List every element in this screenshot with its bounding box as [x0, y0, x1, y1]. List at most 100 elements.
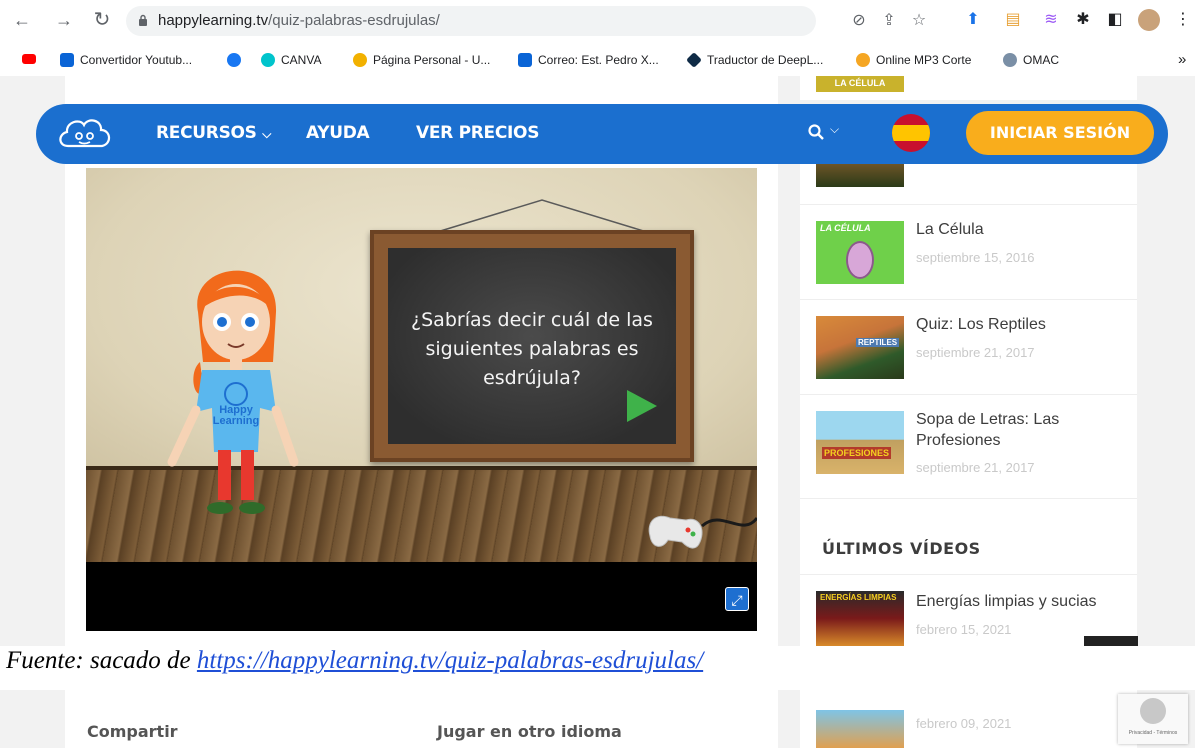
recaptcha-links[interactable]: Privacidad - Términos	[1120, 730, 1186, 736]
chevron-down-icon: ⌵	[830, 122, 840, 136]
address-bar[interactable]: happylearning.tv/quiz-palabras-esdrujula…	[126, 6, 926, 36]
video-thumbnail: REPTILES	[816, 316, 904, 379]
bookmark-label: Correo: Est. Pedro X...	[538, 53, 659, 67]
nav-recursos[interactable]: RECURSOS ⌵	[156, 123, 271, 143]
bookmark-item[interactable]: Online MP3 Corte	[856, 50, 971, 70]
share-icon[interactable]: ⇪	[878, 10, 900, 32]
university-icon	[353, 53, 367, 67]
bookmark-item[interactable]: Convertidor Youtub...	[60, 50, 192, 70]
nav-ayuda[interactable]: AYUDA	[306, 123, 370, 143]
source-link[interactable]: https://happylearning.tv/quiz-palabras-e…	[197, 647, 703, 674]
omac-icon	[1003, 53, 1017, 67]
bookmark-item[interactable]: Correo: Est. Pedro X...	[518, 50, 659, 70]
search-icon	[808, 124, 824, 140]
bookmark-label: Traductor de DeepL...	[707, 53, 824, 67]
nav-ver-precios[interactable]: VER PRECIOS	[416, 123, 539, 143]
mp3-cutter-icon	[856, 53, 870, 67]
expand-icon: ⤢	[731, 592, 743, 608]
thumbnail-text: ENERGÍAS LIMPIAS	[820, 593, 897, 602]
video-title[interactable]: Quiz: Los Reptiles	[916, 314, 1116, 335]
bookmarks-bar: Convertidor Youtub... CANVA Página Perso…	[0, 44, 1195, 76]
bookmark-item[interactable]	[227, 50, 247, 70]
game-player[interactable]: ¿Sabrías decir cuál de las siguientes pa…	[86, 168, 757, 631]
spain-flag-icon[interactable]	[892, 114, 930, 152]
eye-off-icon[interactable]: ⊘	[848, 10, 870, 32]
bookmark-item[interactable]: CANVA	[261, 50, 321, 70]
play-icon[interactable]	[627, 390, 657, 422]
avatar[interactable]	[1138, 9, 1160, 31]
back-to-top-button[interactable]	[1084, 636, 1138, 646]
search-button[interactable]: ⌵	[808, 122, 848, 144]
site-navbar: RECURSOS ⌵ AYUDA VER PRECIOS ⌵ INICIAR S…	[36, 104, 1168, 164]
nav-label: RECURSOS	[156, 123, 257, 143]
fullscreen-button[interactable]: ⤢	[725, 587, 749, 611]
chalkboard: ¿Sabrías decir cuál de las siguientes pa…	[370, 230, 694, 462]
figure-caption: Fuente: sacado de https://happylearning.…	[6, 647, 703, 675]
url-text: happylearning.tv/quiz-palabras-esdrujula…	[158, 12, 440, 29]
bookmark-item[interactable]: Página Personal - U...	[353, 50, 490, 70]
video-title[interactable]: Sopa de Letras: Las Profesiones	[916, 409, 1116, 451]
bookmark-item[interactable]: Traductor de DeepL...	[686, 50, 824, 70]
extension-note-icon[interactable]: ▤	[1002, 9, 1024, 31]
extension-arrow-icon[interactable]: ⬆	[962, 9, 984, 31]
cell-character-icon	[846, 241, 874, 279]
video-date: septiembre 15, 2016	[916, 250, 1035, 265]
thumbnail-text: REPTILES	[856, 338, 900, 347]
girl-character	[167, 270, 299, 514]
bookmark-label: Convertidor Youtub...	[80, 53, 193, 67]
recaptcha-icon	[1140, 698, 1166, 724]
page-content: LA CÉLULA LA CÉLULA La Célula septiembre…	[0, 76, 1195, 646]
list-item[interactable]: REPTILES Quiz: Los Reptiles septiembre 2…	[800, 300, 1137, 395]
canva-icon	[261, 53, 275, 67]
forward-icon[interactable]: →	[52, 8, 76, 32]
login-button[interactable]: INICIAR SESIÓN	[966, 111, 1154, 155]
video-date: septiembre 21, 2017	[916, 345, 1035, 360]
video-thumbnail: LA CÉLULA	[816, 221, 904, 284]
youtube-favicon-icon	[60, 53, 74, 67]
gamepad-icon	[648, 515, 757, 549]
deepl-icon	[686, 52, 702, 68]
caption-prefix: Fuente: sacado de	[6, 647, 197, 674]
shirt-logo-text: Happy Learning	[212, 404, 260, 427]
cloud-logo-icon[interactable]	[54, 112, 116, 156]
video-date: febrero 15, 2021	[916, 622, 1012, 637]
page-bottom: Compartir Jugar en otro idioma febrero 0…	[0, 690, 1195, 748]
bookmark-item[interactable]: OMAC	[1003, 50, 1059, 70]
latest-videos-card: ÚLTIMOS VÍDEOS ENERGÍAS LIMPIAS Energías…	[800, 518, 1138, 646]
video-title[interactable]: Energías limpias y sucias	[916, 591, 1116, 612]
reload-icon[interactable]: ↻	[90, 8, 114, 32]
bookmark-label: OMAC	[1023, 53, 1059, 67]
thumbnail-text: LA CÉLULA	[820, 223, 871, 233]
extension-wave-icon[interactable]: ≋	[1040, 9, 1062, 31]
menu-dots-icon[interactable]: ⋮	[1172, 9, 1194, 31]
more-bookmarks-button[interactable]: »	[1178, 51, 1186, 68]
related-list: LA CÉLULA La Célula septiembre 15, 2016 …	[800, 159, 1137, 568]
sidepanel-icon[interactable]: ◧	[1104, 9, 1126, 31]
bookmark-label: Online MP3 Corte	[876, 53, 972, 67]
video-thumbnail: PROFESIONES	[816, 411, 904, 474]
back-icon[interactable]: ←	[10, 8, 34, 32]
share-card: Compartir Jugar en otro idioma	[65, 690, 778, 748]
address-row: ← → ↻ happylearning.tv/quiz-palabras-esd…	[0, 0, 1195, 42]
youtube-icon[interactable]	[22, 54, 36, 64]
list-item[interactable]: LA CÉLULA La Célula septiembre 15, 2016	[800, 205, 1137, 300]
bookmark-label: CANVA	[281, 53, 322, 67]
url-path: /quiz-palabras-esdrujulas/	[268, 12, 440, 29]
video-thumbnail[interactable]: LA CÉLULA	[816, 76, 904, 92]
browser-chrome: ← → ↻ happylearning.tv/quiz-palabras-esd…	[0, 0, 1195, 76]
outlook-icon	[518, 53, 532, 67]
facebook-icon	[227, 53, 241, 67]
list-item[interactable]: PROFESIONES Sopa de Letras: Las Profesio…	[800, 395, 1137, 499]
recaptcha-badge[interactable]: Privacidad - Términos	[1118, 694, 1188, 744]
video-date: septiembre 21, 2017	[916, 460, 1035, 475]
video-thumbnail: ENERGÍAS LIMPIAS	[816, 591, 904, 646]
other-language-label[interactable]: Jugar en otro idioma	[437, 722, 622, 741]
video-title[interactable]: La Célula	[916, 219, 1116, 240]
list-item[interactable]	[800, 159, 1137, 205]
video-thumbnail[interactable]	[816, 710, 904, 748]
quiz-question: ¿Sabrías decir cuál de las siguientes pa…	[411, 309, 653, 389]
latest-videos-heading: ÚLTIMOS VÍDEOS	[822, 539, 981, 558]
puzzle-icon[interactable]: ✱	[1072, 9, 1094, 31]
star-icon[interactable]: ☆	[908, 10, 930, 32]
chevron-down-icon: ⌵	[262, 127, 272, 141]
